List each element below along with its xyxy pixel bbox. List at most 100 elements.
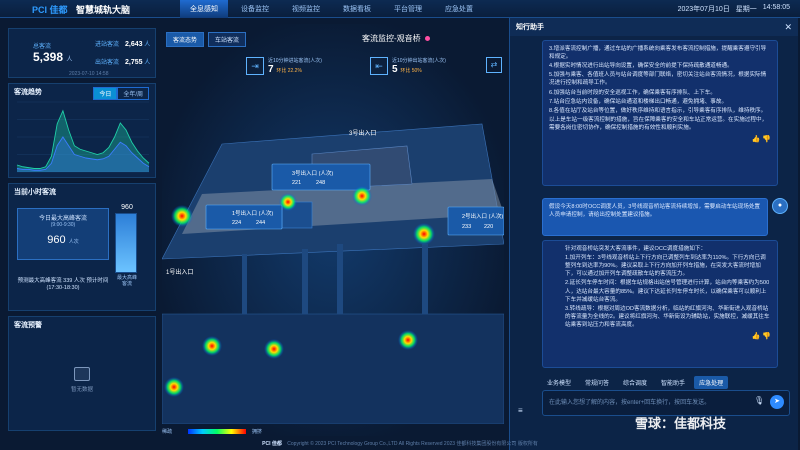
gauge-value: 960 [121,204,133,211]
entrance-1-label: 1号出入口 [166,268,193,276]
nav-item-video[interactable]: 视频监控 [282,0,330,18]
stats-timestamp: 2023-07-10 14:58 [69,71,109,77]
tab-smart-assistant[interactable]: 智能助手 [656,376,690,389]
empty-text: 暂无数据 [70,387,93,393]
footer-brand: PCI 佳都 [262,441,282,447]
user-message: 假设今天8:00时OCC调度人员，3号线观音桥站客流持续增加，需要启动车站现场处… [542,198,768,236]
footer: PCI 佳都 Copyright © 2023 PCI Technology G… [0,440,800,447]
tab-dispatch[interactable]: 综合调度 [618,376,652,389]
total-flow-label: 总客流 [33,44,52,50]
tab-emergency[interactable]: 应急处理 [694,376,729,389]
gate-card-3[interactable]: 3号出入口 (人次) 221 248 [271,163,371,191]
gate-3-out: 248 [316,180,325,186]
nav-item-emergency[interactable]: 应急处置 [435,0,483,18]
empty-box-icon [74,367,90,381]
out-count-label: 近10分钟出站客流(人次) [392,58,446,64]
footer-copyright: Copyright © 2023 PCI Technology Group Co… [287,441,538,447]
pillar [302,249,308,314]
station-title-text: 客流监控-观音桥 [362,34,421,43]
switch-view-icon[interactable]: ⇄ [486,57,502,73]
msg3-line: 2.延长列车停车时间：根据车站规格出站信号管理进行计算，站台内等乘客约为500人… [565,280,770,303]
peak-card: 当前小时客流 今日最大高峰客流 (9:00-9:30) 960 人次 预测最大高… [8,183,156,311]
heat-spot [264,339,284,359]
brand-logo: PCI 佳都 [32,5,68,15]
in-count-text: 近10分钟进站客流(人次) 7 环比 22.2% [268,57,348,75]
platform-3d-view: 3号出入口 (人次) 221 248 1号出入口 (人次) 224 244 2号… [162,123,504,424]
pillar [337,244,343,314]
user-avatar: ● [772,198,788,214]
tab-qa[interactable]: 常规问答 [580,376,614,389]
watermark-text: 雪球：佳都科技 [635,416,727,431]
msg1-line: 7.站台应急站内设备，确保站台通道和楼梯出口畅通，避免拥堵、事故。 [549,98,728,105]
heat-spot [413,223,435,245]
assistant-name: 知行助手 [516,24,544,31]
in-count-value: 7 [268,64,274,75]
location-pin-icon [424,36,430,41]
lower-platform [162,313,504,424]
in-flow-value: 2,643 [125,41,143,48]
station-view-button[interactable]: 车站客流 [208,32,247,47]
gate-1-in: 224 [232,220,241,226]
total-flow-unit: 人 [66,57,73,63]
pillar [422,244,428,314]
datetime: 2023年07月10日 星期一 14:58:05 [678,4,790,14]
legend-gradient [188,429,246,434]
out-count-value: 5 [392,64,398,75]
in-count-label: 近10分钟进站客流(人次) [268,58,322,64]
empty-state: 暂无数据 [9,367,155,393]
weekday-text: 星期一 [735,6,757,13]
msg1-line: 8.各值在站厅及站台等位置，做好秩序维持和语言指示，引导乘客有序排队，维持秩序。 [549,107,767,114]
legend-high: 拥挤 [252,429,263,435]
peak-box-time: (9:00-9:30) [50,222,76,228]
gate-3-in: 221 [292,180,301,186]
peak-box-title: 今日最大高峰客流 [38,216,87,222]
station-map: 客流态势 车站客流 客流监控-观音桥 ⇥ 近10分钟进站客流(人次) 7 环比 … [162,24,504,436]
in-flow-label: 进站客流 [95,42,120,48]
entrance-3-label: 3号出入口 [349,129,376,137]
msg3-line: 3.转线疏导：根据对周边OD客流数据分析，临站的红旗河沟、华新街进入观音桥站的客… [565,305,770,328]
msg1-line: 以上是车站一级客流控制的措施，旨在保障乘客的安全和车站正常运营。在实施过程中，需… [549,116,768,131]
feedback-icons[interactable]: 👍 👎 [565,332,771,342]
microphone-icon[interactable]: 🎙 [754,396,764,405]
close-icon[interactable]: ✕ [784,22,792,33]
msg1-line: 4.根据实时情况进行出站导向设置，确保安全的前提下保持疏散通道畅通。 [549,63,733,70]
menu-icon[interactable]: ≡ [518,406,523,415]
gate-card-2[interactable]: 2号出入口 (人次) 233 220 [447,206,504,236]
gauge-label: 最大高峰客流 [116,275,137,287]
trend-card: 客流趋势 今日 全年/周 [8,83,156,178]
stats-card: 总客流 5,398 人 进站客流 2,643 人 出站客流 2,755 人 2023… [8,28,156,78]
msg3-line: 1.加开列车：3号线观音桥站上下行方向已调整列车到达率为110%。下行方向已调整… [565,255,766,278]
assistant-tabs: 业务模型 常规问答 综合调度 智能助手 应急处理 [542,376,729,389]
peak-box: 今日最大高峰客流 (9:00-9:30) 960 人次 [17,208,109,260]
bot-message-2: 针对观音桥站突发大客流事件，建议OCC调度措施如下： 1.加开列车：3号线观音桥… [542,240,778,368]
user-message-text: 假设今天8:00时OCC调度人员，3号线观音桥站客流持续增加，需要启动车站现场处… [549,204,761,219]
peak-forecast: 预测最大高峰客流 339 人次 预计时间(17:30-18:30) [17,278,109,292]
trend-chart [16,101,150,173]
nav-item-perception[interactable]: 全息感知 [180,0,228,18]
tab-business-model[interactable]: 业务模型 [542,376,576,389]
nav-item-dashboard[interactable]: 数据看板 [333,0,381,18]
left-panel: 总客流 5,398 人 进站客流 2,643 人 出站客流 2,755 人 2023… [8,28,156,436]
out-count-change: 环比 50% [400,68,422,74]
msg3-line: 针对观音桥站突发大客流事件，建议OCC调度措施如下： [565,246,707,252]
brand: PCI 佳都 智慧城轨大脑 [32,3,130,16]
gate-card-1[interactable]: 1号出入口 (人次) 224 244 [205,204,283,230]
assistant-panel: 知行助手 ✕ 3.增派客流控制广播，通过车站的广播系统向乘客发布客流控制措施，提… [509,18,798,450]
send-icon[interactable]: ➤ [770,395,784,409]
date-text: 2023年07月10日 [677,6,730,13]
heat-spot [164,377,184,397]
in-flow-unit: 人 [144,42,151,48]
msg1-line: 6.加强站台当前时段的安全巡视工作，确保乘客有序排队、上下车。 [549,89,716,96]
feedback-icons[interactable]: 👍 👎 [549,135,771,145]
view-switch: 客流态势 车站客流 [166,32,247,47]
nav-item-platform[interactable]: 平台管理 [384,0,432,18]
bot-message-1: 3.增派客流控制广播，通过车站的广播系统向乘客发布客流控制措施，提醒乘客遵守引导… [542,40,778,186]
msg1-line: 5.加强与乘客、各值班人员与站台调度等部门联络，密切关注站台客流情况，根据实际情… [549,72,767,87]
in-flow: 进站客流 2,643 人 [95,39,150,48]
out-flow-label: 出站客流 [95,60,120,66]
gate-1-out: 244 [256,220,265,226]
flow-view-button[interactable]: 客流态势 [166,32,205,47]
pillar [242,254,247,314]
nav-item-device[interactable]: 设备监控 [231,0,279,18]
total-flow: 总客流 5,398 人 [33,41,72,64]
